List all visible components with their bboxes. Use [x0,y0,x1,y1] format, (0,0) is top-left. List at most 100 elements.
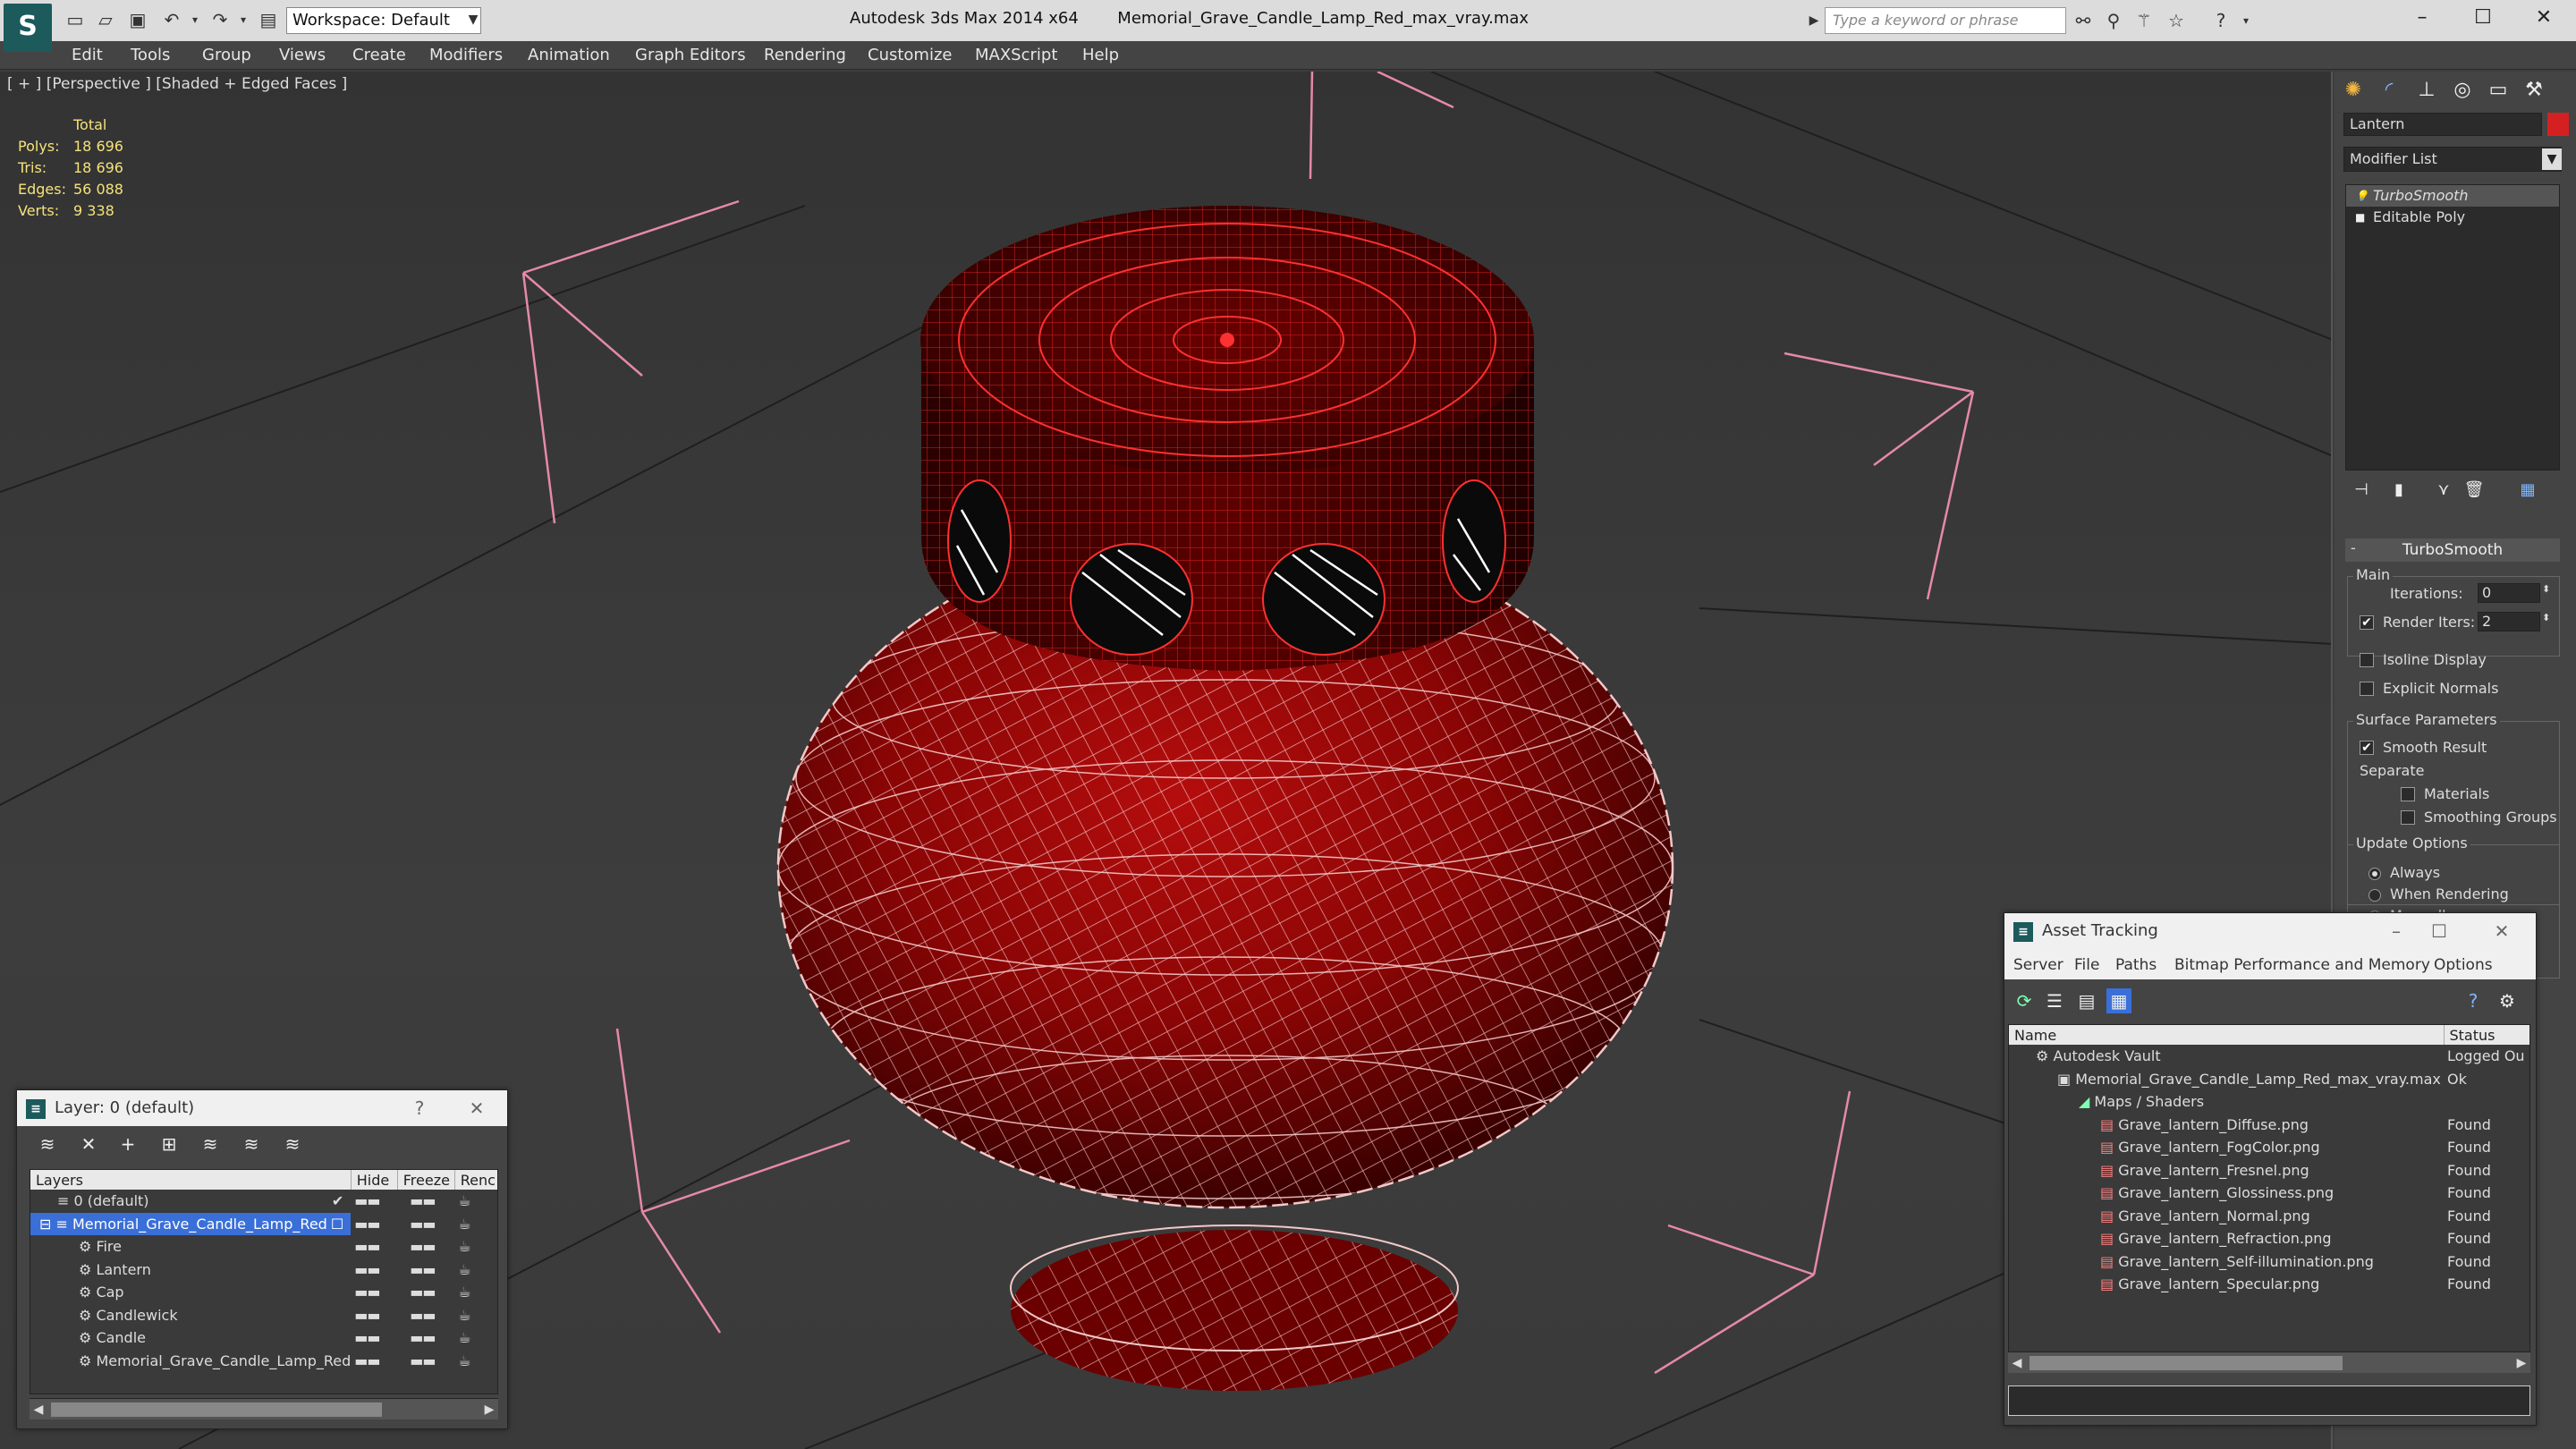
object-name[interactable]: ⚙ Cap [30,1281,351,1304]
list-view-icon[interactable]: ☰ [2042,988,2067,1013]
render-iters-spinner[interactable]: 2 [2478,612,2540,631]
layer-name[interactable]: ≡ 0 (default) ✔ [30,1190,351,1213]
freeze-toggle[interactable]: ▬▬ [397,1190,454,1213]
object-row[interactable]: ⚙ Fire ▬▬ ▬▬ ☕ [30,1235,497,1258]
subscription-icon[interactable]: ⚚ [2132,9,2156,32]
name-column-header[interactable]: Name [2009,1025,2445,1045]
table-view-icon[interactable]: ▦ [2106,988,2131,1013]
hide-toggle[interactable]: ▬▬ [351,1213,397,1236]
redo-dropdown-icon[interactable]: ▾ [233,9,254,30]
modifier-list-arrow-icon[interactable]: ▼ [2542,148,2562,170]
layers-column-header[interactable]: Layers [30,1170,352,1190]
menu-file[interactable]: File [2074,956,2099,974]
asset-row[interactable]: ◢ Maps / Shaders [2009,1090,2529,1114]
light-bulb-icon[interactable]: 💡 [2355,191,2368,201]
asset-row[interactable]: ▤ Grave_lantern_Diffuse.png Found [2009,1114,2529,1137]
asset-name[interactable]: ▤ Grave_lantern_Normal.png [2009,1205,2444,1228]
hierarchy-tab-icon[interactable]: ⊥ [2411,75,2442,106]
hide-column-header[interactable]: Hide [351,1170,398,1190]
asset-row[interactable]: ▤ Grave_lantern_Fresnel.png Found [2009,1159,2529,1182]
spinner-arrows-icon[interactable]: ⬍ [2542,583,2550,595]
collapse-icon[interactable]: ⊟ [34,1216,56,1233]
app-logo-button[interactable]: S [4,4,52,52]
utilities-tab-hammer-icon[interactable]: ⚒ [2519,75,2549,106]
freeze-toggle[interactable]: ▬▬ [397,1326,454,1350]
scroll-thumb[interactable] [2029,1356,2343,1370]
favorites-star-icon[interactable]: ☆ [2165,9,2188,32]
render-toggle-teapot-icon[interactable]: ☕ [454,1258,497,1282]
object-name[interactable]: ⚙ Fire [30,1235,351,1258]
hide-toggle[interactable]: ▬▬ [351,1326,397,1350]
menu-group[interactable]: Group [202,41,251,70]
search-expand-icon[interactable]: ▶ [1805,7,1823,34]
configure-modifier-sets-icon[interactable]: ▦ [2513,478,2542,503]
maximize-button[interactable]: ☐ [2421,913,2457,949]
asset-name[interactable]: ▤ Grave_lantern_Glossiness.png [2009,1182,2444,1205]
menu-graph-editors[interactable]: Graph Editors [635,41,746,70]
asset-path-field[interactable] [2008,1385,2530,1416]
asset-horizontal-scrollbar[interactable]: ◀ ▶ [2008,1352,2530,1373]
asset-row[interactable]: ▤ Grave_lantern_Refraction.png Found [2009,1227,2529,1250]
render-column-header[interactable]: Renc [454,1170,497,1190]
binoculars-icon[interactable]: ⚯ [2072,9,2095,32]
close-button[interactable]: ✕ [2515,0,2572,36]
close-window-button[interactable]: ✕ [2484,913,2520,949]
render-toggle-teapot-icon[interactable]: ☕ [454,1350,497,1373]
render-toggle-teapot-icon[interactable]: ☕ [454,1304,497,1327]
modify-tab-curve-icon[interactable]: ◜ [2374,75,2404,106]
asset-name[interactable]: ▤ Grave_lantern_Diffuse.png [2009,1114,2444,1137]
layer-name[interactable]: ⊟ ≡ Memorial_Grave_Candle_Lamp_Red ☐ [30,1212,352,1235]
object-name[interactable]: ⚙ Lantern [30,1258,351,1282]
help-button[interactable]: ? [402,1090,437,1126]
menu-modifiers[interactable]: Modifiers [429,41,503,70]
search-input[interactable]: Type a keyword or phrase [1825,7,2066,34]
modifier-list-dropdown[interactable]: Modifier List [2343,147,2562,172]
render-toggle-teapot-icon[interactable]: ☕ [454,1190,497,1213]
asset-row[interactable]: ▤ Grave_lantern_Self-illumination.png Fo… [2009,1250,2529,1274]
asset-row[interactable]: ▤ Grave_lantern_FogColor.png Found [2009,1136,2529,1159]
freeze-all-layers-icon[interactable]: ≋ [280,1131,305,1157]
hide-all-layers-icon[interactable]: ≋ [239,1131,264,1157]
help-dropdown-icon[interactable]: ▾ [2234,9,2258,32]
freeze-toggle[interactable]: ▬▬ [397,1281,454,1304]
freeze-toggle[interactable]: ▬▬ [397,1213,454,1236]
freeze-toggle[interactable]: ▬▬ [397,1350,454,1373]
asset-row[interactable]: ▤ Grave_lantern_Glossiness.png Found [2009,1182,2529,1205]
asset-row[interactable]: ⚙ Autodesk Vault Logged Ou [2009,1045,2529,1068]
smooth-result-checkbox[interactable]: ✔ [2360,741,2374,755]
refresh-icon[interactable]: ⟳ [2012,988,2037,1013]
smoothing-groups-checkbox[interactable] [2401,810,2415,825]
menu-options[interactable]: Options [2434,956,2493,974]
layer-row-selected[interactable]: ⊟ ≡ Memorial_Grave_Candle_Lamp_Red ☐ ▬▬ ▬… [30,1212,497,1236]
asset-name[interactable]: ▤ Grave_lantern_Self-illumination.png [2009,1250,2444,1274]
explicit-normals-checkbox[interactable] [2360,682,2374,696]
hide-toggle[interactable]: ▬▬ [351,1190,397,1213]
turbosmooth-rollout-header[interactable]: TurboSmooth [2345,538,2560,562]
spinner-arrows-icon[interactable]: ⬍ [2542,612,2550,623]
minimize-button[interactable]: – [2394,0,2451,36]
menu-views[interactable]: Views [279,41,326,70]
object-name[interactable]: ⚙ Candlewick [30,1304,351,1327]
asset-name[interactable]: ◢ Maps / Shaders [2009,1090,2444,1114]
maximize-button[interactable]: ☐ [2454,0,2512,36]
object-row[interactable]: ⚙ Candlewick ▬▬ ▬▬ ☕ [30,1304,497,1327]
motion-tab-icon[interactable]: ◎ [2447,75,2478,106]
highlight-layer-icon[interactable]: ≋ [198,1131,223,1157]
freeze-column-header[interactable]: Freeze [397,1170,455,1190]
undo-icon[interactable]: ↶ [161,9,182,30]
scroll-right-icon[interactable]: ▶ [480,1399,498,1420]
delete-layer-icon[interactable]: ✕ [76,1131,101,1157]
freeze-toggle[interactable]: ▬▬ [397,1258,454,1282]
current-layer-check-icon[interactable]: ✔ [332,1192,351,1209]
menu-maxscript[interactable]: MAXScript [975,41,1057,70]
asset-name[interactable]: ▤ Grave_lantern_Specular.png [2009,1273,2444,1296]
render-toggle-teapot-icon[interactable]: ☕ [454,1281,497,1304]
vault-help-icon[interactable]: ⚙ [2495,988,2520,1013]
menu-animation[interactable]: Animation [528,41,610,70]
rollout-collapse-icon[interactable]: - [2351,539,2356,556]
layer-window-title[interactable]: ≡ Layer: 0 (default) ? ✕ [17,1090,507,1126]
object-row[interactable]: ⚙ Lantern ▬▬ ▬▬ ☕ [30,1258,497,1282]
project-folder-icon[interactable]: ▤ [258,9,279,30]
hide-toggle[interactable]: ▬▬ [351,1281,397,1304]
freeze-toggle[interactable]: ▬▬ [397,1235,454,1258]
